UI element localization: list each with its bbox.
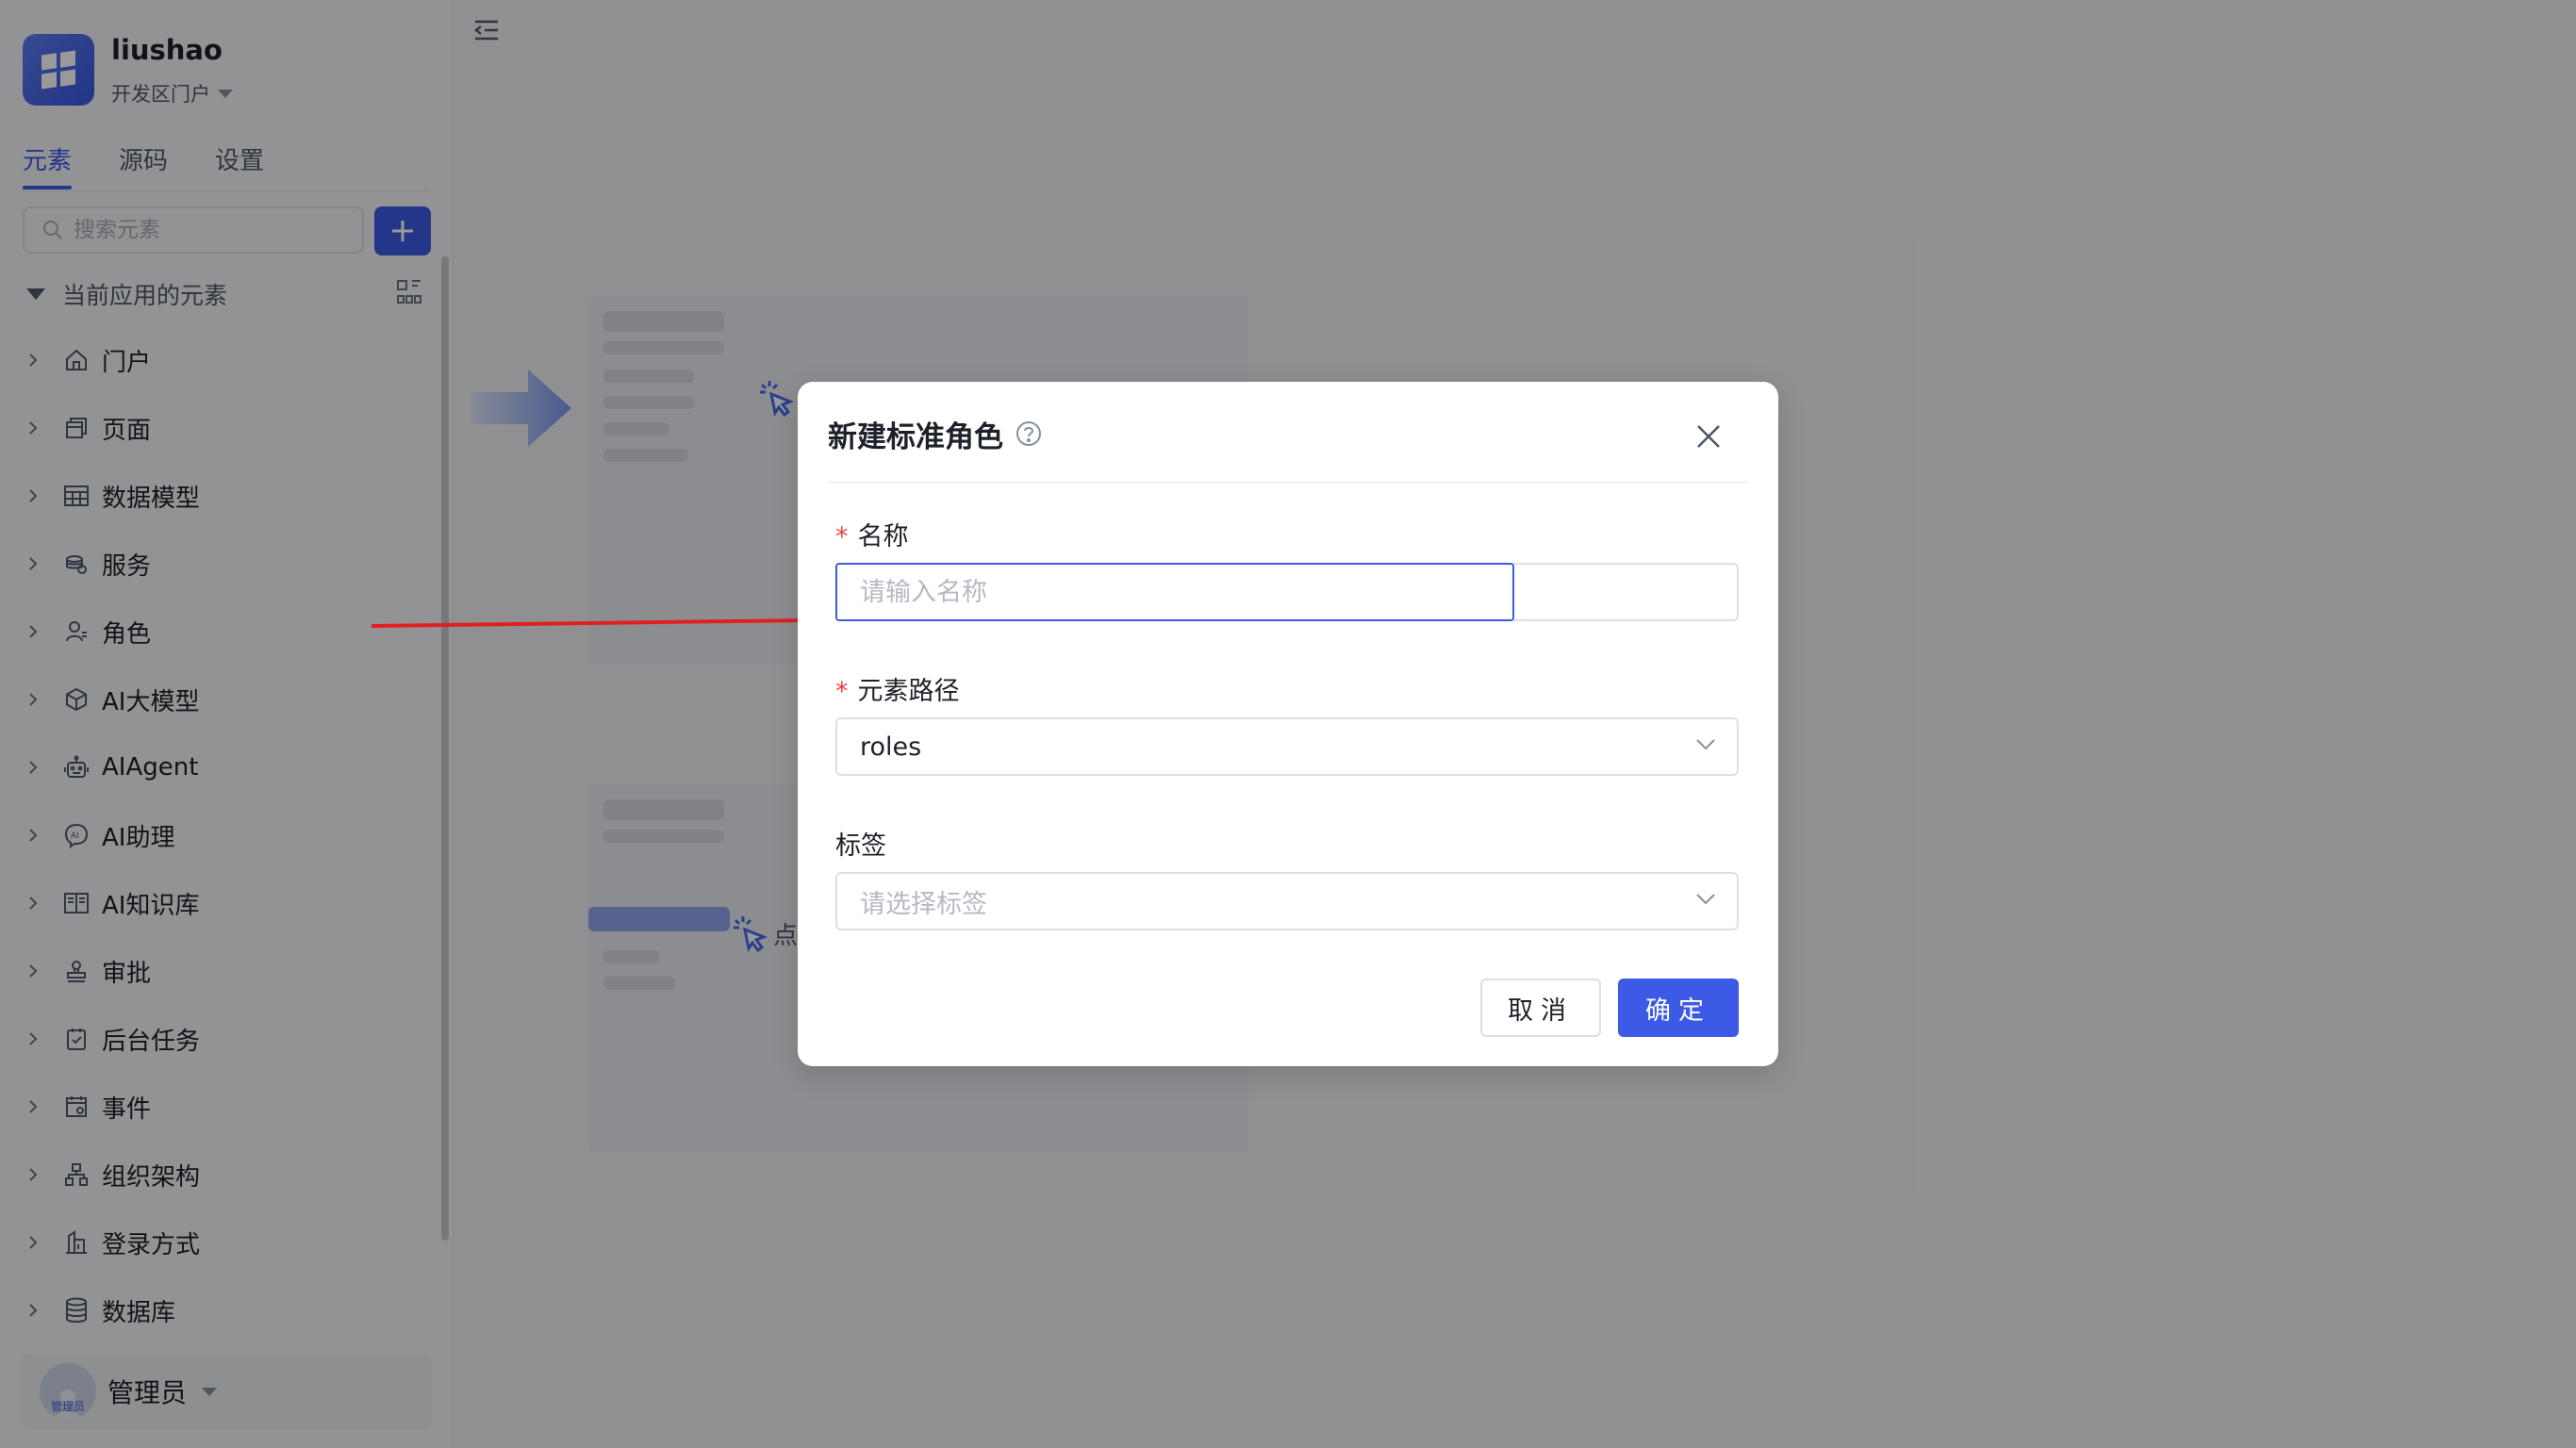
- path-value: roles: [860, 732, 922, 762]
- path-select[interactable]: roles: [835, 717, 1739, 776]
- chevron-down-icon: [1696, 739, 1715, 750]
- close-icon: [1697, 425, 1720, 448]
- tag-label: 标签: [835, 831, 886, 861]
- chevron-down-icon: [1696, 894, 1715, 905]
- name-input[interactable]: [835, 563, 1514, 621]
- name-field[interactable]: [835, 563, 1739, 621]
- close-button[interactable]: [1692, 420, 1726, 453]
- help-icon[interactable]: [1015, 420, 1043, 448]
- dialog-title: 新建标准角色: [828, 420, 1003, 454]
- required-mark: *: [835, 677, 849, 706]
- path-label: * 元素路径: [835, 677, 960, 706]
- create-role-dialog: 新建标准角色 *名称 *元素路径 roles 标签 请选择标签 取消 确定: [798, 382, 1778, 1066]
- annotation-arrow-icon: [372, 612, 822, 629]
- tag-select[interactable]: 请选择标签: [835, 872, 1739, 930]
- confirm-button[interactable]: 确定: [1618, 979, 1739, 1037]
- cancel-button[interactable]: 取消: [1480, 979, 1601, 1037]
- dialog-header: 新建标准角色: [828, 410, 1748, 457]
- dialog-divider: [828, 482, 1748, 483]
- tag-placeholder: 请选择标签: [860, 889, 987, 919]
- required-mark: *: [835, 522, 849, 551]
- name-label: * 名称: [835, 522, 909, 551]
